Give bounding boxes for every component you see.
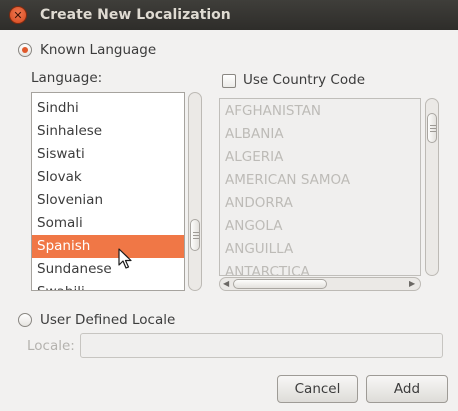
country-horizontal-scrollbar-thumb[interactable] [233,279,327,289]
language-item-siswati[interactable]: Siswati [32,143,184,166]
language-item-spanish[interactable]: Spanish [32,235,184,258]
use-country-code-label[interactable]: Use Country Code [243,72,365,88]
cancel-button[interactable]: Cancel [277,375,358,403]
use-country-code-checkbox[interactable] [222,74,236,88]
locale-input[interactable] [80,333,443,358]
country-list: AFGHANISTAN ALBANIA ALGERIA AMERICAN SAM… [219,98,421,276]
scroll-right-arrow-icon[interactable]: ▶ [409,280,415,288]
language-scrollbar-thumb[interactable] [190,219,200,251]
close-icon[interactable]: ✕ [9,6,27,24]
country-item: ALBANIA [225,126,284,142]
country-item: ANTARCTICA [225,264,310,276]
user-defined-locale-label[interactable]: User Defined Locale [40,312,175,328]
language-item-sinhalese[interactable]: Sinhalese [32,120,184,143]
language-item-sindhi[interactable]: Sindhi [32,97,184,120]
title-bar: ✕ Create New Localization [0,0,458,30]
country-item: ALGERIA [225,149,284,165]
language-item-swahili[interactable]: Swahili [32,281,184,290]
country-item: AMERICAN SAMOA [225,172,351,188]
language-item-somali[interactable]: Somali [32,212,184,235]
language-list[interactable]: Sindhi Sinhalese Siswati Slovak Slovenia… [31,92,185,291]
known-language-label[interactable]: Known Language [40,42,156,58]
country-vertical-scrollbar[interactable] [425,98,439,276]
add-button[interactable]: Add [366,375,448,403]
language-label: Language: [31,70,103,86]
country-item: AFGHANISTAN [225,103,322,119]
locale-label: Locale: [27,338,75,354]
language-item-sundanese[interactable]: Sundanese [32,258,184,281]
language-item-slovenian[interactable]: Slovenian [32,189,184,212]
mouse-cursor-icon [118,248,132,269]
language-scrollbar[interactable] [188,92,202,291]
known-language-radio[interactable] [18,43,32,57]
country-vertical-scrollbar-thumb[interactable] [427,113,437,143]
scroll-left-arrow-icon[interactable]: ◀ [223,280,229,288]
country-item: ANDORRA [225,195,293,211]
country-item: ANGOLA [225,218,283,234]
country-item: ANGUILLA [225,241,294,257]
window-title: Create New Localization [40,7,231,23]
language-item-slovak[interactable]: Slovak [32,166,184,189]
country-horizontal-scrollbar[interactable]: ◀ ▶ [219,277,421,291]
user-defined-locale-radio[interactable] [18,313,32,327]
